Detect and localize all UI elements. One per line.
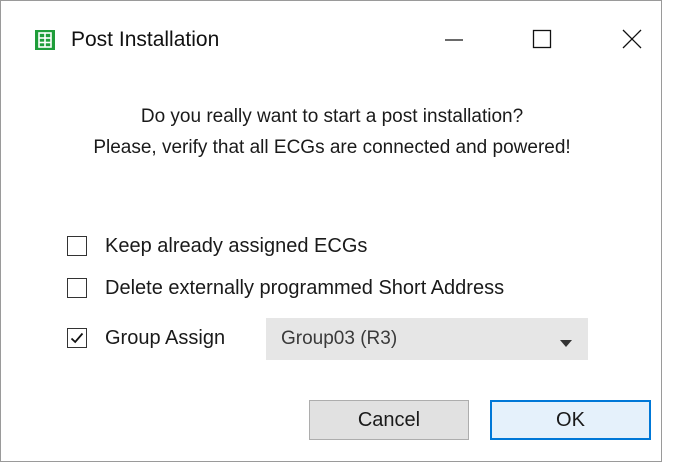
- minimize-button[interactable]: [431, 19, 477, 63]
- confirmation-message: Do you really want to start a post insta…: [1, 101, 663, 163]
- maximize-button[interactable]: [519, 19, 565, 63]
- message-line-1: Do you really want to start a post insta…: [140, 106, 524, 127]
- maximize-icon: [532, 29, 552, 54]
- title-bar[interactable]: Post Installation: [1, 1, 661, 81]
- close-button[interactable]: [609, 19, 655, 63]
- delete-short-address-checkbox[interactable]: [67, 278, 87, 298]
- group-assign-checkbox[interactable]: [67, 328, 87, 348]
- keep-assigned-checkbox[interactable]: [67, 236, 87, 256]
- group-assign-label[interactable]: Group Assign: [105, 327, 225, 350]
- close-icon: [622, 29, 642, 54]
- group-select[interactable]: Group03 (R3): [266, 318, 588, 360]
- group-assign-option[interactable]: Group Assign: [67, 323, 225, 353]
- minimize-icon: [444, 29, 464, 54]
- keep-assigned-label[interactable]: Keep already assigned ECGs: [105, 235, 367, 258]
- ok-button[interactable]: OK: [490, 400, 651, 440]
- cancel-button[interactable]: Cancel: [309, 400, 469, 440]
- message-line-2: Please, verify that all ECGs are connect…: [93, 137, 571, 158]
- delete-short-address-option[interactable]: Delete externally programmed Short Addre…: [67, 273, 504, 303]
- checkmark-icon: [70, 332, 84, 344]
- window-title: Post Installation: [71, 28, 220, 51]
- keep-assigned-option[interactable]: Keep already assigned ECGs: [67, 231, 367, 261]
- grid-app-icon: [35, 30, 55, 50]
- chevron-down-icon: [559, 335, 573, 353]
- post-installation-dialog: Post Installation Do you really want to …: [0, 0, 662, 462]
- group-select-value: Group03 (R3): [281, 328, 398, 349]
- delete-short-address-label[interactable]: Delete externally programmed Short Addre…: [105, 277, 504, 300]
